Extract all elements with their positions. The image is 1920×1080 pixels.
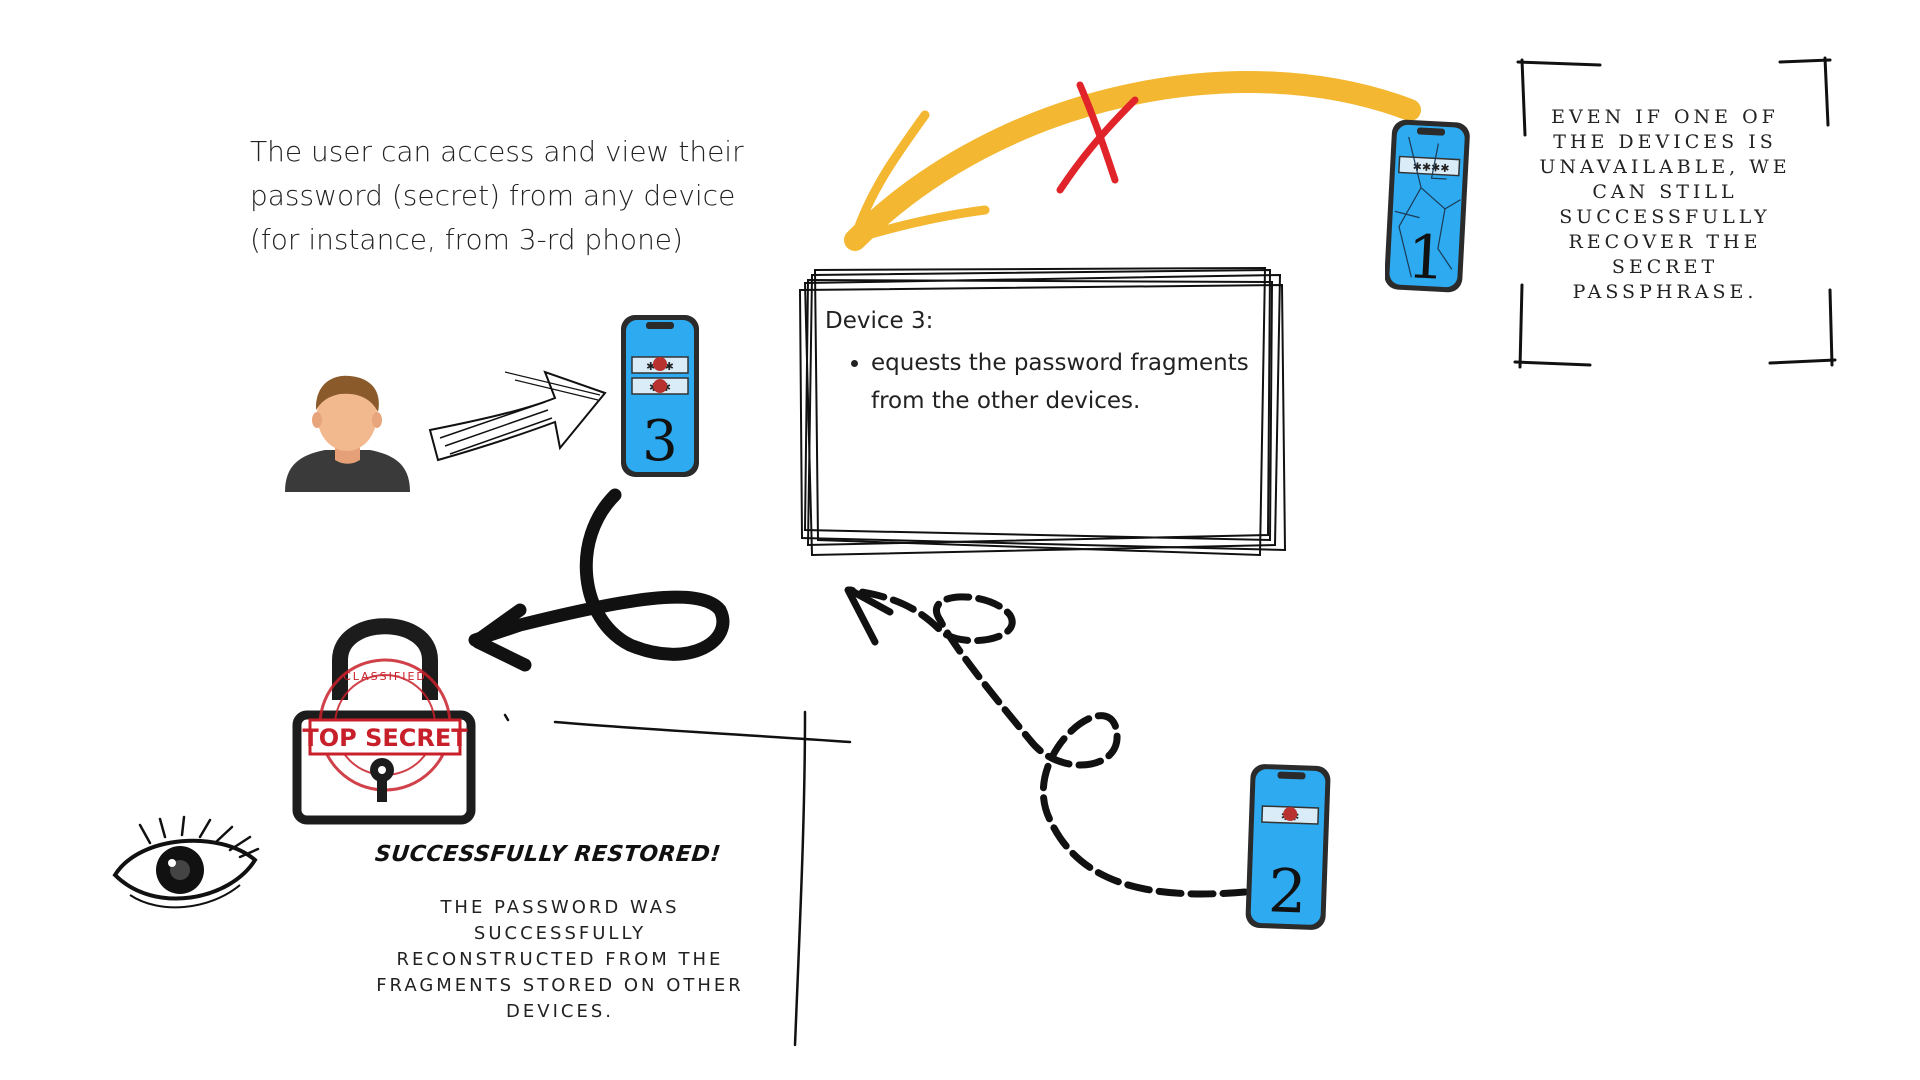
phone-to-lock-arrow bbox=[468, 488, 730, 672]
device-box-list: equests the password fragments from the … bbox=[825, 344, 1265, 420]
side-note: Even if one of the devices is unavailabl… bbox=[1539, 106, 1791, 303]
device-box-bullet: equests the password fragments from the … bbox=[871, 344, 1265, 420]
result-title: SUCCESSFULLY RESTORED! bbox=[373, 842, 723, 867]
phone-icon: ✱✱ 2 bbox=[1245, 764, 1331, 930]
phone1-number: 1 bbox=[1405, 222, 1447, 294]
phone3-number: 3 bbox=[642, 409, 678, 474]
user-avatar-icon bbox=[285, 375, 410, 492]
stamp-label: TOP SECRET bbox=[302, 724, 468, 752]
device-box-title: Device 3: bbox=[825, 308, 934, 334]
padlock-icon: TOP SECRET CLASSIFIED bbox=[292, 618, 476, 825]
phone-icon: ✱✱✱ ✱ ✱ 3 bbox=[621, 315, 699, 477]
phone2-to-box-arrow bbox=[844, 586, 1249, 898]
phone2-number: 2 bbox=[1267, 856, 1308, 927]
intro-text: The user can access and view their passw… bbox=[250, 135, 744, 256]
stamp-ring-label: CLASSIFIED bbox=[343, 670, 427, 683]
eye-icon bbox=[112, 815, 260, 909]
user-to-phone-arrow bbox=[428, 370, 607, 462]
device-box: Device 3: equests the password fragments… bbox=[825, 308, 1265, 420]
cracked-phone-icon: ✱✱✱✱ 1 bbox=[1385, 119, 1470, 294]
result-description: The password was successfully reconstruc… bbox=[376, 897, 744, 1022]
